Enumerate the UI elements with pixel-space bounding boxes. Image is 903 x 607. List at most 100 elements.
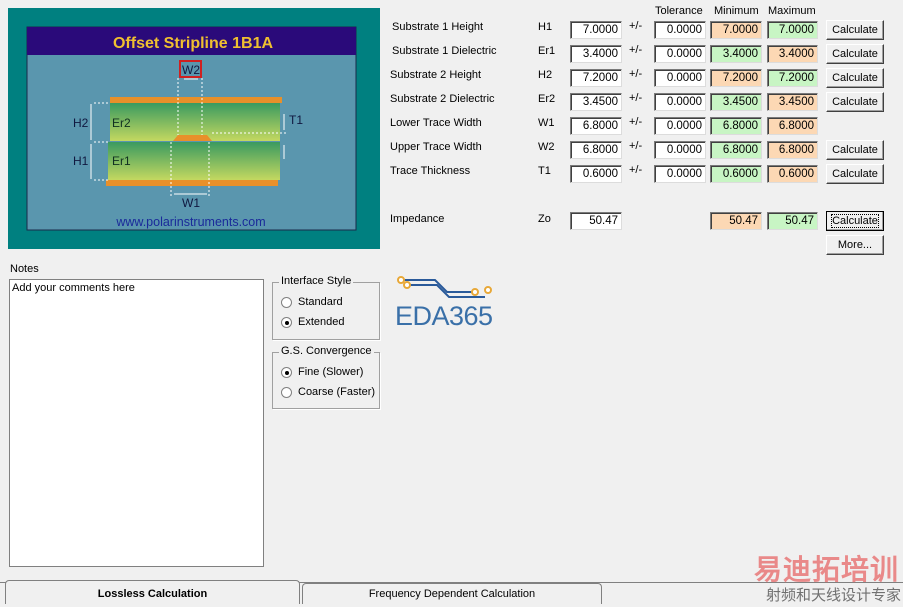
value-input[interactable]: 7.0000	[570, 21, 622, 39]
max-value: 6.8000	[767, 117, 818, 135]
impedance-value-input[interactable]: 50.47	[570, 212, 622, 230]
label-h1: H1	[73, 154, 89, 168]
tolerance-input[interactable]: 0.0000	[654, 69, 706, 87]
eda365-logo: EDA365	[395, 274, 510, 334]
impedance-label: Impedance	[390, 213, 445, 225]
row-label: Lower Trace Width	[390, 117, 482, 129]
header-minimum: Minimum	[714, 5, 759, 17]
header-maximum: Maximum	[768, 5, 816, 17]
row-symbol: W1	[538, 117, 555, 129]
more-button[interactable]: More...	[826, 235, 884, 255]
row-label: Substrate 1 Dielectric	[392, 45, 497, 57]
calculate-button[interactable]: Calculate	[826, 68, 884, 88]
plus-minus-label: +/-	[629, 116, 643, 128]
tab-lossless[interactable]: Lossless Calculation	[5, 580, 300, 604]
calculate-button[interactable]: Calculate	[826, 164, 884, 184]
value-input[interactable]: 6.8000	[570, 117, 622, 135]
calculate-button[interactable]: Calculate	[826, 92, 884, 112]
radio-standard[interactable]: Standard	[281, 296, 343, 308]
stripline-illustration: Offset Stripline 1B1A W2 W1 H2 H1 Er2 Er…	[26, 26, 357, 231]
tolerance-input[interactable]: 0.0000	[654, 141, 706, 159]
label-h2: H2	[73, 116, 89, 130]
radio-label: Standard	[298, 296, 343, 308]
max-value: 3.4000	[767, 45, 818, 63]
radio-coarse[interactable]: Coarse (Faster)	[281, 386, 375, 398]
row-symbol: H1	[538, 21, 553, 33]
label-er2: Er2	[112, 116, 131, 130]
value-input[interactable]: 7.2000	[570, 69, 622, 87]
plus-minus-label: +/-	[629, 68, 643, 80]
interface-style-group: Interface Style Standard Extended	[272, 275, 380, 340]
calculate-impedance-button[interactable]: Calculate	[826, 211, 884, 231]
radio-checked-icon	[281, 316, 292, 328]
convergence-group: G.S. Convergence Fine (Slower) Coarse (F…	[272, 345, 380, 409]
min-value: 7.2000	[710, 69, 762, 87]
plus-minus-label: +/-	[629, 92, 643, 104]
label-er1: Er1	[112, 154, 131, 168]
row-label: Upper Trace Width	[390, 141, 482, 153]
notes-textarea[interactable]: Add your comments here	[9, 279, 264, 567]
plus-minus-label: +/-	[629, 20, 643, 32]
radio-fine[interactable]: Fine (Slower)	[281, 366, 363, 378]
watermark-subtitle: 射频和天线设计专家	[765, 587, 901, 604]
radio-label: Extended	[298, 316, 345, 328]
tolerance-input[interactable]: 0.0000	[654, 45, 706, 63]
logo-text: EDA365	[395, 301, 493, 331]
impedance-max-value: 50.47	[767, 212, 818, 230]
max-value: 0.6000	[767, 165, 818, 183]
row-label: Substrate 2 Height	[390, 69, 482, 81]
tolerance-input[interactable]: 0.0000	[654, 165, 706, 183]
row-label: Trace Thickness	[390, 165, 471, 177]
radio-icon	[281, 386, 292, 398]
diagram-title: Offset Stripline 1B1A	[113, 35, 273, 52]
tab-frequency-dependent[interactable]: Frequency Dependent Calculation	[302, 583, 602, 604]
header-tolerance: Tolerance	[655, 5, 703, 17]
min-value: 6.8000	[710, 117, 762, 135]
calculate-button[interactable]: Calculate	[826, 140, 884, 160]
notes-label: Notes	[10, 263, 39, 275]
value-input[interactable]: 6.8000	[570, 141, 622, 159]
plus-minus-label: +/-	[629, 164, 643, 176]
plus-minus-label: +/-	[629, 140, 643, 152]
radio-icon	[281, 296, 292, 308]
row-label: Substrate 1 Height	[392, 21, 484, 33]
radio-label: Fine (Slower)	[298, 366, 364, 378]
row-symbol: Er1	[538, 45, 556, 57]
row-symbol: W2	[538, 141, 555, 153]
tolerance-input[interactable]: 0.0000	[654, 21, 706, 39]
value-input[interactable]: 3.4000	[570, 45, 622, 63]
max-value: 3.4500	[767, 93, 818, 111]
min-value: 7.0000	[710, 21, 762, 39]
row-symbol: Er2	[538, 93, 556, 105]
label-w1: W1	[182, 196, 200, 210]
row-label: Substrate 2 Dielectric	[390, 93, 495, 105]
structure-diagram: Offset Stripline 1B1A W2 W1 H2 H1 Er2 Er…	[8, 8, 380, 249]
value-input[interactable]: 3.4500	[570, 93, 622, 111]
watermark-title: 易迪拓培训	[753, 554, 899, 585]
convergence-title: G.S. Convergence	[279, 345, 374, 357]
max-value: 7.0000	[767, 21, 818, 39]
diagram-url: www.polarinstruments.com	[115, 215, 265, 229]
radio-label: Coarse (Faster)	[298, 386, 376, 398]
interface-style-title: Interface Style	[279, 275, 354, 287]
label-w2: W2	[182, 63, 200, 77]
min-value: 3.4000	[710, 45, 762, 63]
tolerance-input[interactable]: 0.0000	[654, 117, 706, 135]
plus-minus-label: +/-	[629, 44, 643, 56]
radio-extended[interactable]: Extended	[281, 316, 344, 328]
min-value: 0.6000	[710, 165, 762, 183]
label-t1: T1	[289, 113, 303, 127]
min-value: 6.8000	[710, 141, 762, 159]
calculate-button[interactable]: Calculate	[826, 20, 884, 40]
circuit-trace-icon	[397, 276, 492, 298]
calculate-label: Calculate	[831, 214, 879, 228]
calculate-button[interactable]: Calculate	[826, 44, 884, 64]
radio-checked-icon	[281, 366, 292, 378]
row-symbol: H2	[538, 69, 553, 81]
row-symbol: T1	[538, 165, 551, 177]
tolerance-input[interactable]: 0.0000	[654, 93, 706, 111]
max-value: 6.8000	[767, 141, 818, 159]
min-value: 3.4500	[710, 93, 762, 111]
max-value: 7.2000	[767, 69, 818, 87]
value-input[interactable]: 0.6000	[570, 165, 622, 183]
